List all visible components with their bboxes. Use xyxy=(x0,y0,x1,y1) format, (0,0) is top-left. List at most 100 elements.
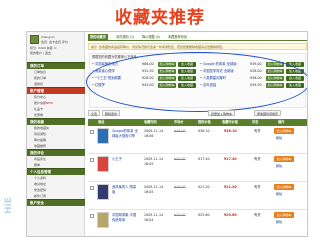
column-header: 收藏时价格 xyxy=(222,120,238,124)
fav-date: 2009-11-14 16:04 xyxy=(144,213,164,222)
fav-date: 2009-11-14 16:05 xyxy=(144,157,164,166)
add-to-cart-button[interactable]: 加入购物车 xyxy=(158,76,176,81)
add-to-favorites-button[interactable]: 加入收藏 xyxy=(286,62,304,67)
delete-link[interactable]: 删除 xyxy=(276,220,282,224)
member-level: 会员: 金卡会员 评价 xyxy=(41,40,68,44)
table-header: 商品 收藏时间 市场价 我的价格 收藏时价格 状态 操作 xyxy=(88,119,307,126)
buy-button[interactable]: 加入购物车 xyxy=(274,128,294,134)
select-all-button[interactable]: 全选 xyxy=(88,110,101,116)
watermark: HiE xyxy=(4,197,14,214)
fav-price: ¥25.60 xyxy=(224,213,237,217)
stock-status: 有货 xyxy=(254,157,261,161)
recommend-item: • "十三五"规划纲要 ¥28.00 加入购物车 加入收藏 xyxy=(92,75,198,82)
row-checkbox[interactable] xyxy=(90,186,94,190)
product-title[interactable]: 追风筝的人 限量版 xyxy=(112,185,138,194)
favorites-toolbar: 全选 删除选中 批量加入购物车 按收藏时间排序 xyxy=(88,110,307,118)
row-checkbox[interactable] xyxy=(90,130,94,134)
add-to-cart-button[interactable]: 加入购物车 xyxy=(266,62,284,67)
buy-button[interactable]: 加入购物车 xyxy=(274,184,294,190)
account-links[interactable]: 我的账户 | 退出 xyxy=(30,51,82,55)
avatar[interactable] xyxy=(30,35,39,44)
username[interactable]: zhangxin xyxy=(41,35,81,39)
table-row: 追风筝的人 限量版 2009-11-14 16:05 ¥29.00 ¥21.20… xyxy=(88,182,307,210)
fav-date: 2009-11-14 16:05 xyxy=(144,185,164,194)
tab-bar: 我的收藏夹 到货通知 (1) 降价提醒 (0) 收藏推荐商品 xyxy=(88,34,307,41)
add-to-favorites-button[interactable]: 加入收藏 xyxy=(178,76,196,81)
our-price: ¥21.20 xyxy=(198,185,210,189)
add-to-favorites-button[interactable]: 加入收藏 xyxy=(286,83,304,88)
recommend-item: • 中国最美的地方 ¥86.00 加入购物车 加入收藏 xyxy=(92,61,198,68)
buy-button[interactable]: 加入购物车 xyxy=(274,156,294,162)
tab-price-drop[interactable]: 降价提醒 (0) xyxy=(140,34,162,41)
book-cover-thumbnail[interactable] xyxy=(97,156,109,172)
recommend-item-name[interactable]: • 人类群星闪耀时 xyxy=(200,75,248,82)
product-title[interactable]: 中国故事集 中国传统故事 xyxy=(112,213,138,222)
stock-status: 有货 xyxy=(254,185,261,189)
menu-head-security[interactable]: 账户安全 xyxy=(27,199,85,206)
tab-arrival-notice[interactable]: 到货通知 (1) xyxy=(114,34,136,41)
add-to-favorites-button[interactable]: 加入收藏 xyxy=(178,83,196,88)
add-to-favorites-button[interactable]: 加入收藏 xyxy=(178,69,196,74)
menu-head-orders[interactable]: 我的订单 xyxy=(27,62,85,69)
add-to-favorites-button[interactable]: 加入收藏 xyxy=(178,62,196,67)
our-price: ¥25.60 xyxy=(198,213,210,217)
add-to-cart-button[interactable]: 加入购物车 xyxy=(158,62,176,67)
add-to-cart-button[interactable]: 加入购物车 xyxy=(266,69,284,74)
menu-head-account[interactable]: 账户管理 xyxy=(27,87,85,94)
stock-status: 有货 xyxy=(254,213,261,217)
our-price: ¥36.10 xyxy=(198,129,210,133)
recommend-item-name[interactable]: • 百年孤独 xyxy=(200,82,248,89)
add-to-cart-button[interactable]: 加入购物车 xyxy=(158,69,176,74)
menu-head-reviews[interactable]: 我的评论 xyxy=(27,149,85,156)
tab-favorites[interactable]: 我的收藏夹 xyxy=(88,34,108,41)
add-to-favorites-button[interactable]: 加入收藏 xyxy=(286,69,304,74)
add-to-favorites-button[interactable]: 加入收藏 xyxy=(286,76,304,81)
add-to-cart-button[interactable]: 加入购物车 xyxy=(158,83,176,88)
add-to-cart-button[interactable]: 加入购物车 xyxy=(266,83,284,88)
row-checkbox[interactable] xyxy=(90,158,94,162)
side-menu: 我的订单 订单信息 我的订单 退换货 账户管理 积分中心 账户余额NEW 礼品卡… xyxy=(27,62,85,206)
delete-link[interactable]: 删除 xyxy=(276,164,282,168)
recommend-item: • 中国哲学简史 全新版 ¥28.00 加入购物车 加入收藏 xyxy=(200,68,306,75)
table-row: 中国故事集 中国传统故事 2009-11-14 16:04 ¥32.00 ¥25… xyxy=(88,210,307,236)
product-title[interactable]: Google的故事 全球最大搜索引擎 xyxy=(112,129,138,138)
buy-selected-button[interactable]: 批量加入购物车 xyxy=(208,110,236,116)
book-cover-thumbnail[interactable] xyxy=(97,184,109,200)
menu-head-profile[interactable]: 个人信息管理 xyxy=(27,168,85,175)
recommend-item-name[interactable]: • 中国哲学简史 全新版 xyxy=(200,68,248,75)
recommend-item-name[interactable]: • Google 的故事 全球版 xyxy=(200,61,248,68)
list-price: ¥29.00 xyxy=(174,185,186,189)
fav-price: ¥36.10 xyxy=(224,129,237,133)
column-header: 操作 xyxy=(278,120,285,124)
table-row: 小王子 2009-11-14 16:05 ¥20.00 ¥17.40 ¥17.4… xyxy=(88,154,307,182)
sort-button[interactable]: 按收藏时间排序 xyxy=(254,110,282,116)
book-cover-thumbnail[interactable] xyxy=(97,212,109,228)
add-to-cart-button[interactable]: 加入购物车 xyxy=(266,76,284,81)
menu-head-favorites[interactable]: 我的收藏 xyxy=(27,118,85,125)
recommend-item: • 人类群星闪耀时 ¥36.00 加入购物车 加入收藏 xyxy=(200,75,306,82)
tab-recommend[interactable]: 收藏推荐商品 xyxy=(166,34,189,41)
recommend-title: 根据您的收藏为您推荐以下商品: xyxy=(92,55,138,59)
recommend-item-price: ¥45.00 xyxy=(142,83,154,87)
screenshot-frame: zhangxin 会员: 金卡会员 评价 积分: 3400 余额: 0 我的账户… xyxy=(26,31,308,237)
fav-price: ¥17.40 xyxy=(224,157,237,161)
recommend-column-right: • Google 的故事 全球版 ¥39.00 加入购物车 加入收藏 • 中国哲… xyxy=(200,61,306,89)
book-cover-thumbnail[interactable] xyxy=(97,128,109,144)
recommend-item-name[interactable]: • 消费者心理学 xyxy=(92,68,140,75)
list-price: ¥32.00 xyxy=(174,213,186,217)
recommend-item-name[interactable]: • 红楼梦 xyxy=(92,82,140,89)
recommend-item-name[interactable]: • 中国最美的地方 xyxy=(92,61,140,68)
product-title[interactable]: 小王子 xyxy=(112,157,138,162)
recommend-column-left: • 中国最美的地方 ¥86.00 加入购物车 加入收藏 • 消费者心理学 ¥32… xyxy=(92,61,198,89)
menu-item-balance-label: 账户余额 xyxy=(34,101,47,105)
our-price: ¥17.40 xyxy=(198,157,210,161)
buy-button[interactable]: 加入购物车 xyxy=(274,212,294,218)
recommend-item-name[interactable]: • "十三五"规划纲要 xyxy=(92,75,140,82)
delete-link[interactable]: 删除 xyxy=(276,192,282,196)
remove-selected-button[interactable]: 删除选中 xyxy=(102,110,121,116)
fav-price: ¥21.20 xyxy=(224,185,237,189)
recommend-item: • 百年孤独 ¥39.50 加入购物车 加入收藏 xyxy=(200,82,306,89)
delete-link[interactable]: 删除 xyxy=(276,136,282,140)
row-checkbox[interactable] xyxy=(90,214,94,218)
user-info: zhangxin 会员: 金卡会员 评价 积分: 3400 余额: 0 我的账户… xyxy=(30,35,82,59)
